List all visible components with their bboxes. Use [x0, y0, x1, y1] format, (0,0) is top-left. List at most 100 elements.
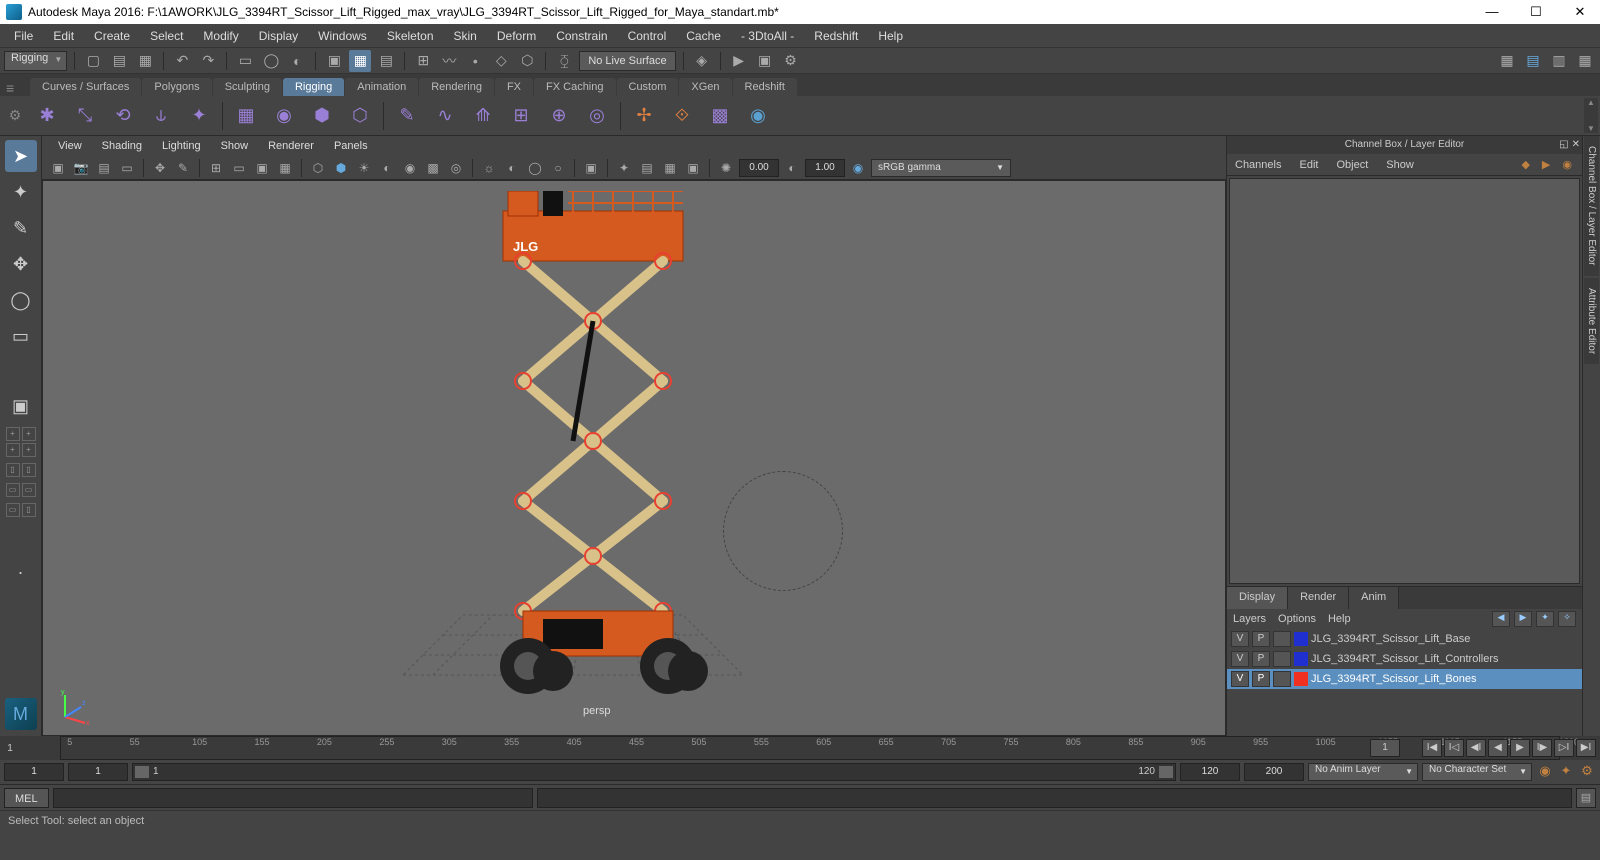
range-out-field[interactable]: 120	[1180, 763, 1240, 781]
smooth-bind-icon[interactable]: ⬢	[307, 101, 337, 131]
layer-visible-toggle[interactable]: V	[1231, 671, 1249, 687]
human-ik-icon[interactable]: ✦	[184, 101, 214, 131]
undo-icon[interactable]: ↶	[171, 50, 193, 72]
joint-tool-icon[interactable]: ✱	[32, 101, 62, 131]
range-thumb-left[interactable]	[135, 766, 149, 778]
layer-type-toggle[interactable]	[1273, 651, 1291, 667]
go-end-button[interactable]: ▶I	[1576, 739, 1596, 757]
range-thumb-right[interactable]	[1159, 766, 1173, 778]
shelf-options-icon[interactable]: ⚙	[6, 107, 24, 124]
menu-deform[interactable]: Deform	[487, 26, 546, 46]
vp-joints-icon[interactable]: ▦	[660, 158, 680, 178]
menu-windows[interactable]: Windows	[308, 26, 377, 46]
select-object-icon[interactable]: ▦	[349, 50, 371, 72]
layer-menu-help[interactable]: Help	[1328, 613, 1351, 625]
layer-tab-anim[interactable]: Anim	[1349, 587, 1399, 609]
vp-gamma-icon[interactable]: ◐	[782, 158, 802, 178]
menu-modify[interactable]: Modify	[193, 26, 248, 46]
next-key-button[interactable]: ▷I	[1554, 739, 1574, 757]
sidetab-channel-box[interactable]: Channel Box / Layer Editor	[1584, 136, 1599, 276]
workspace-selector[interactable]: Rigging	[4, 51, 67, 71]
paint-select-icon[interactable]: ◐	[286, 50, 308, 72]
move-tool[interactable]: ✥	[5, 248, 37, 280]
vp-grid-icon[interactable]: ⊞	[206, 158, 226, 178]
maya-logo-icon[interactable]: M	[5, 698, 37, 730]
render-frame-icon[interactable]: ▶	[728, 50, 750, 72]
open-scene-icon[interactable]: ▤	[108, 50, 130, 72]
maximize-button[interactable]: ☐	[1522, 4, 1550, 20]
cb-menu-show[interactable]: Show	[1382, 156, 1418, 174]
layer-tab-display[interactable]: Display	[1227, 587, 1288, 609]
paint-weights-icon[interactable]: ✎	[392, 101, 422, 131]
menu-control[interactable]: Control	[618, 26, 677, 46]
prefs-icon[interactable]: ⚙	[1578, 763, 1596, 781]
panel-popout-icon[interactable]: ◱	[1559, 136, 1568, 154]
construction-history-icon[interactable]: ◈	[691, 50, 713, 72]
channel-box-toggle-icon[interactable]: ▦	[1574, 50, 1596, 72]
vp-gamma-value[interactable]: 1.00	[805, 159, 845, 177]
prev-key-button[interactable]: I◁	[1444, 739, 1464, 757]
nonlinear-icon[interactable]: ⊕	[544, 101, 574, 131]
layer-move-up-icon[interactable]: ◀	[1492, 611, 1510, 627]
menu-skin[interactable]: Skin	[444, 26, 487, 46]
shelf-tab-rigging[interactable]: Rigging	[283, 78, 344, 96]
shelf-tab-redshift[interactable]: Redshift	[733, 78, 797, 96]
vp-menu-lighting[interactable]: Lighting	[152, 138, 211, 154]
menu-display[interactable]: Display	[249, 26, 308, 46]
range-in-field[interactable]: 1	[68, 763, 128, 781]
rotate-tool[interactable]: ◯	[5, 284, 37, 316]
lasso-mode-icon[interactable]: ◯	[260, 50, 282, 72]
snap-curve-icon[interactable]: 〰	[438, 50, 460, 72]
vp-shadows-icon[interactable]: ◐	[377, 158, 397, 178]
vp-select-camera-icon[interactable]: ▣	[48, 158, 68, 178]
current-frame-field[interactable]: 1	[1370, 739, 1400, 757]
anim-layer-select[interactable]: No Anim Layer	[1308, 763, 1418, 781]
vp-wire-shaded-icon[interactable]: ◉	[400, 158, 420, 178]
layer-tab-render[interactable]: Render	[1288, 587, 1349, 609]
layer-new-selected-icon[interactable]: ✧	[1558, 611, 1576, 627]
cb-speed-icon[interactable]: ▶	[1538, 155, 1554, 174]
vp-textured-icon[interactable]: ▩	[423, 158, 443, 178]
layer-menu-layers[interactable]: Layers	[1233, 613, 1266, 625]
set-key-icon[interactable]: ✦	[1557, 763, 1575, 781]
minimize-button[interactable]: —	[1478, 4, 1506, 20]
shelf-tab-custom[interactable]: Custom	[617, 78, 679, 96]
select-component-icon[interactable]: ▤	[375, 50, 397, 72]
menu-file[interactable]: File	[4, 26, 43, 46]
ipr-render-icon[interactable]: ▣	[754, 50, 776, 72]
layer-move-down-icon[interactable]: ▶	[1514, 611, 1532, 627]
shelf-tab-animation[interactable]: Animation	[345, 78, 418, 96]
scale-tool[interactable]: ▭	[5, 320, 37, 352]
close-button[interactable]: ✕	[1566, 4, 1594, 20]
layer-type-toggle[interactable]	[1273, 671, 1291, 687]
select-mode-icon[interactable]: ▭	[234, 50, 256, 72]
play-forward-button[interactable]: ▶	[1510, 739, 1530, 757]
wire-icon[interactable]: ⊞	[506, 101, 536, 131]
range-slider[interactable]: 1 120	[132, 763, 1176, 781]
layer-visible-toggle[interactable]: V	[1231, 651, 1249, 667]
menu-help[interactable]: Help	[868, 26, 913, 46]
vp-xray-icon[interactable]: ◎	[446, 158, 466, 178]
vp-resolution-gate-icon[interactable]: ▣	[252, 158, 272, 178]
go-start-button[interactable]: I◀	[1422, 739, 1442, 757]
command-input[interactable]	[53, 788, 533, 808]
blend-shape-icon[interactable]: ∿	[430, 101, 460, 131]
vp-gate-mask-icon[interactable]: ▦	[275, 158, 295, 178]
menu-cache[interactable]: Cache	[676, 26, 731, 46]
menu-constrain[interactable]: Constrain	[546, 26, 617, 46]
parent-constraint-icon[interactable]: ✢	[629, 101, 659, 131]
vp-menu-shading[interactable]: Shading	[92, 138, 152, 154]
vp-isolate-icon[interactable]: ▣	[581, 158, 601, 178]
menu-redshift[interactable]: Redshift	[804, 26, 868, 46]
vp-xray-joints-icon[interactable]: ✦	[614, 158, 634, 178]
select-hierarchy-icon[interactable]: ▣	[323, 50, 345, 72]
layer-color-swatch[interactable]	[1294, 652, 1308, 666]
step-forward-button[interactable]: I▶	[1532, 739, 1552, 757]
insert-joint-icon[interactable]: ⤡	[70, 101, 100, 131]
shelf-tab-sculpting[interactable]: Sculpting	[213, 78, 282, 96]
toolbox-more-icon[interactable]: ·	[5, 556, 37, 588]
play-back-button[interactable]: ◀	[1488, 739, 1508, 757]
menu-create[interactable]: Create	[84, 26, 140, 46]
wrap-icon[interactable]: ⟰	[468, 101, 498, 131]
vp-wireframe-icon[interactable]: ⬡	[308, 158, 328, 178]
